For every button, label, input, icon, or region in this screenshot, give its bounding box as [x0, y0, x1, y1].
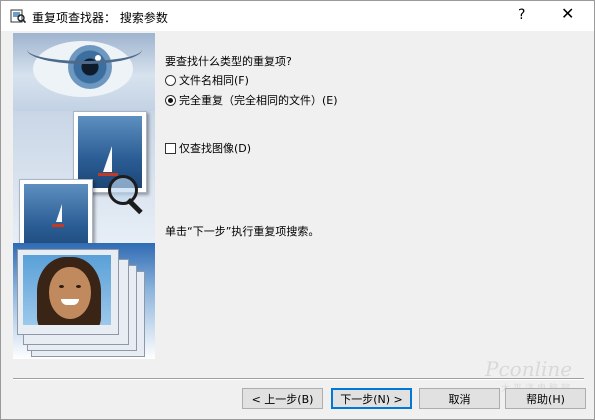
- help-icon[interactable]: ?: [518, 7, 525, 23]
- help-button[interactable]: 帮助(H): [505, 388, 586, 409]
- instruction-text: 单击“下一步”执行重复项搜索。: [165, 225, 320, 238]
- question-label: 要查找什么类型的重复项?: [165, 55, 292, 68]
- eye-image: [13, 33, 155, 111]
- divider: [13, 378, 584, 380]
- close-icon[interactable]: ✕: [561, 4, 574, 23]
- portrait-photos: [13, 243, 155, 359]
- next-button[interactable]: 下一步(N) >: [331, 388, 412, 409]
- checkbox-images-only[interactable]: 仅查找图像(D): [165, 141, 251, 155]
- app-icon: [10, 9, 26, 24]
- checkbox-label: 仅查找图像(D): [179, 142, 252, 155]
- radio-button-selected[interactable]: [165, 94, 176, 106]
- radio-button[interactable]: [165, 74, 176, 86]
- radio-label: 文件名相同(F): [179, 74, 249, 87]
- duplicate-finder-dialog: 重复项查找器： 搜索参数 ? ✕ 要查找什么类型的重复项? 文件名相同(F) 完…: [0, 0, 595, 420]
- checkbox[interactable]: [165, 142, 176, 154]
- title-bar: 重复项查找器： 搜索参数 ? ✕: [1, 1, 594, 31]
- radio-label: 完全重复（完全相同的文件）(E): [179, 94, 338, 107]
- magnifier-icon: [108, 175, 138, 205]
- radio-exact-duplicate[interactable]: 完全重复（完全相同的文件）(E): [165, 93, 338, 107]
- window-title: 重复项查找器： 搜索参数: [32, 11, 168, 25]
- sailboat-photos: [13, 111, 155, 259]
- cancel-button[interactable]: 取消: [419, 388, 500, 409]
- back-button[interactable]: < 上一步(B): [242, 388, 323, 409]
- radio-same-filename[interactable]: 文件名相同(F): [165, 73, 249, 87]
- wizard-illustration: [13, 33, 155, 359]
